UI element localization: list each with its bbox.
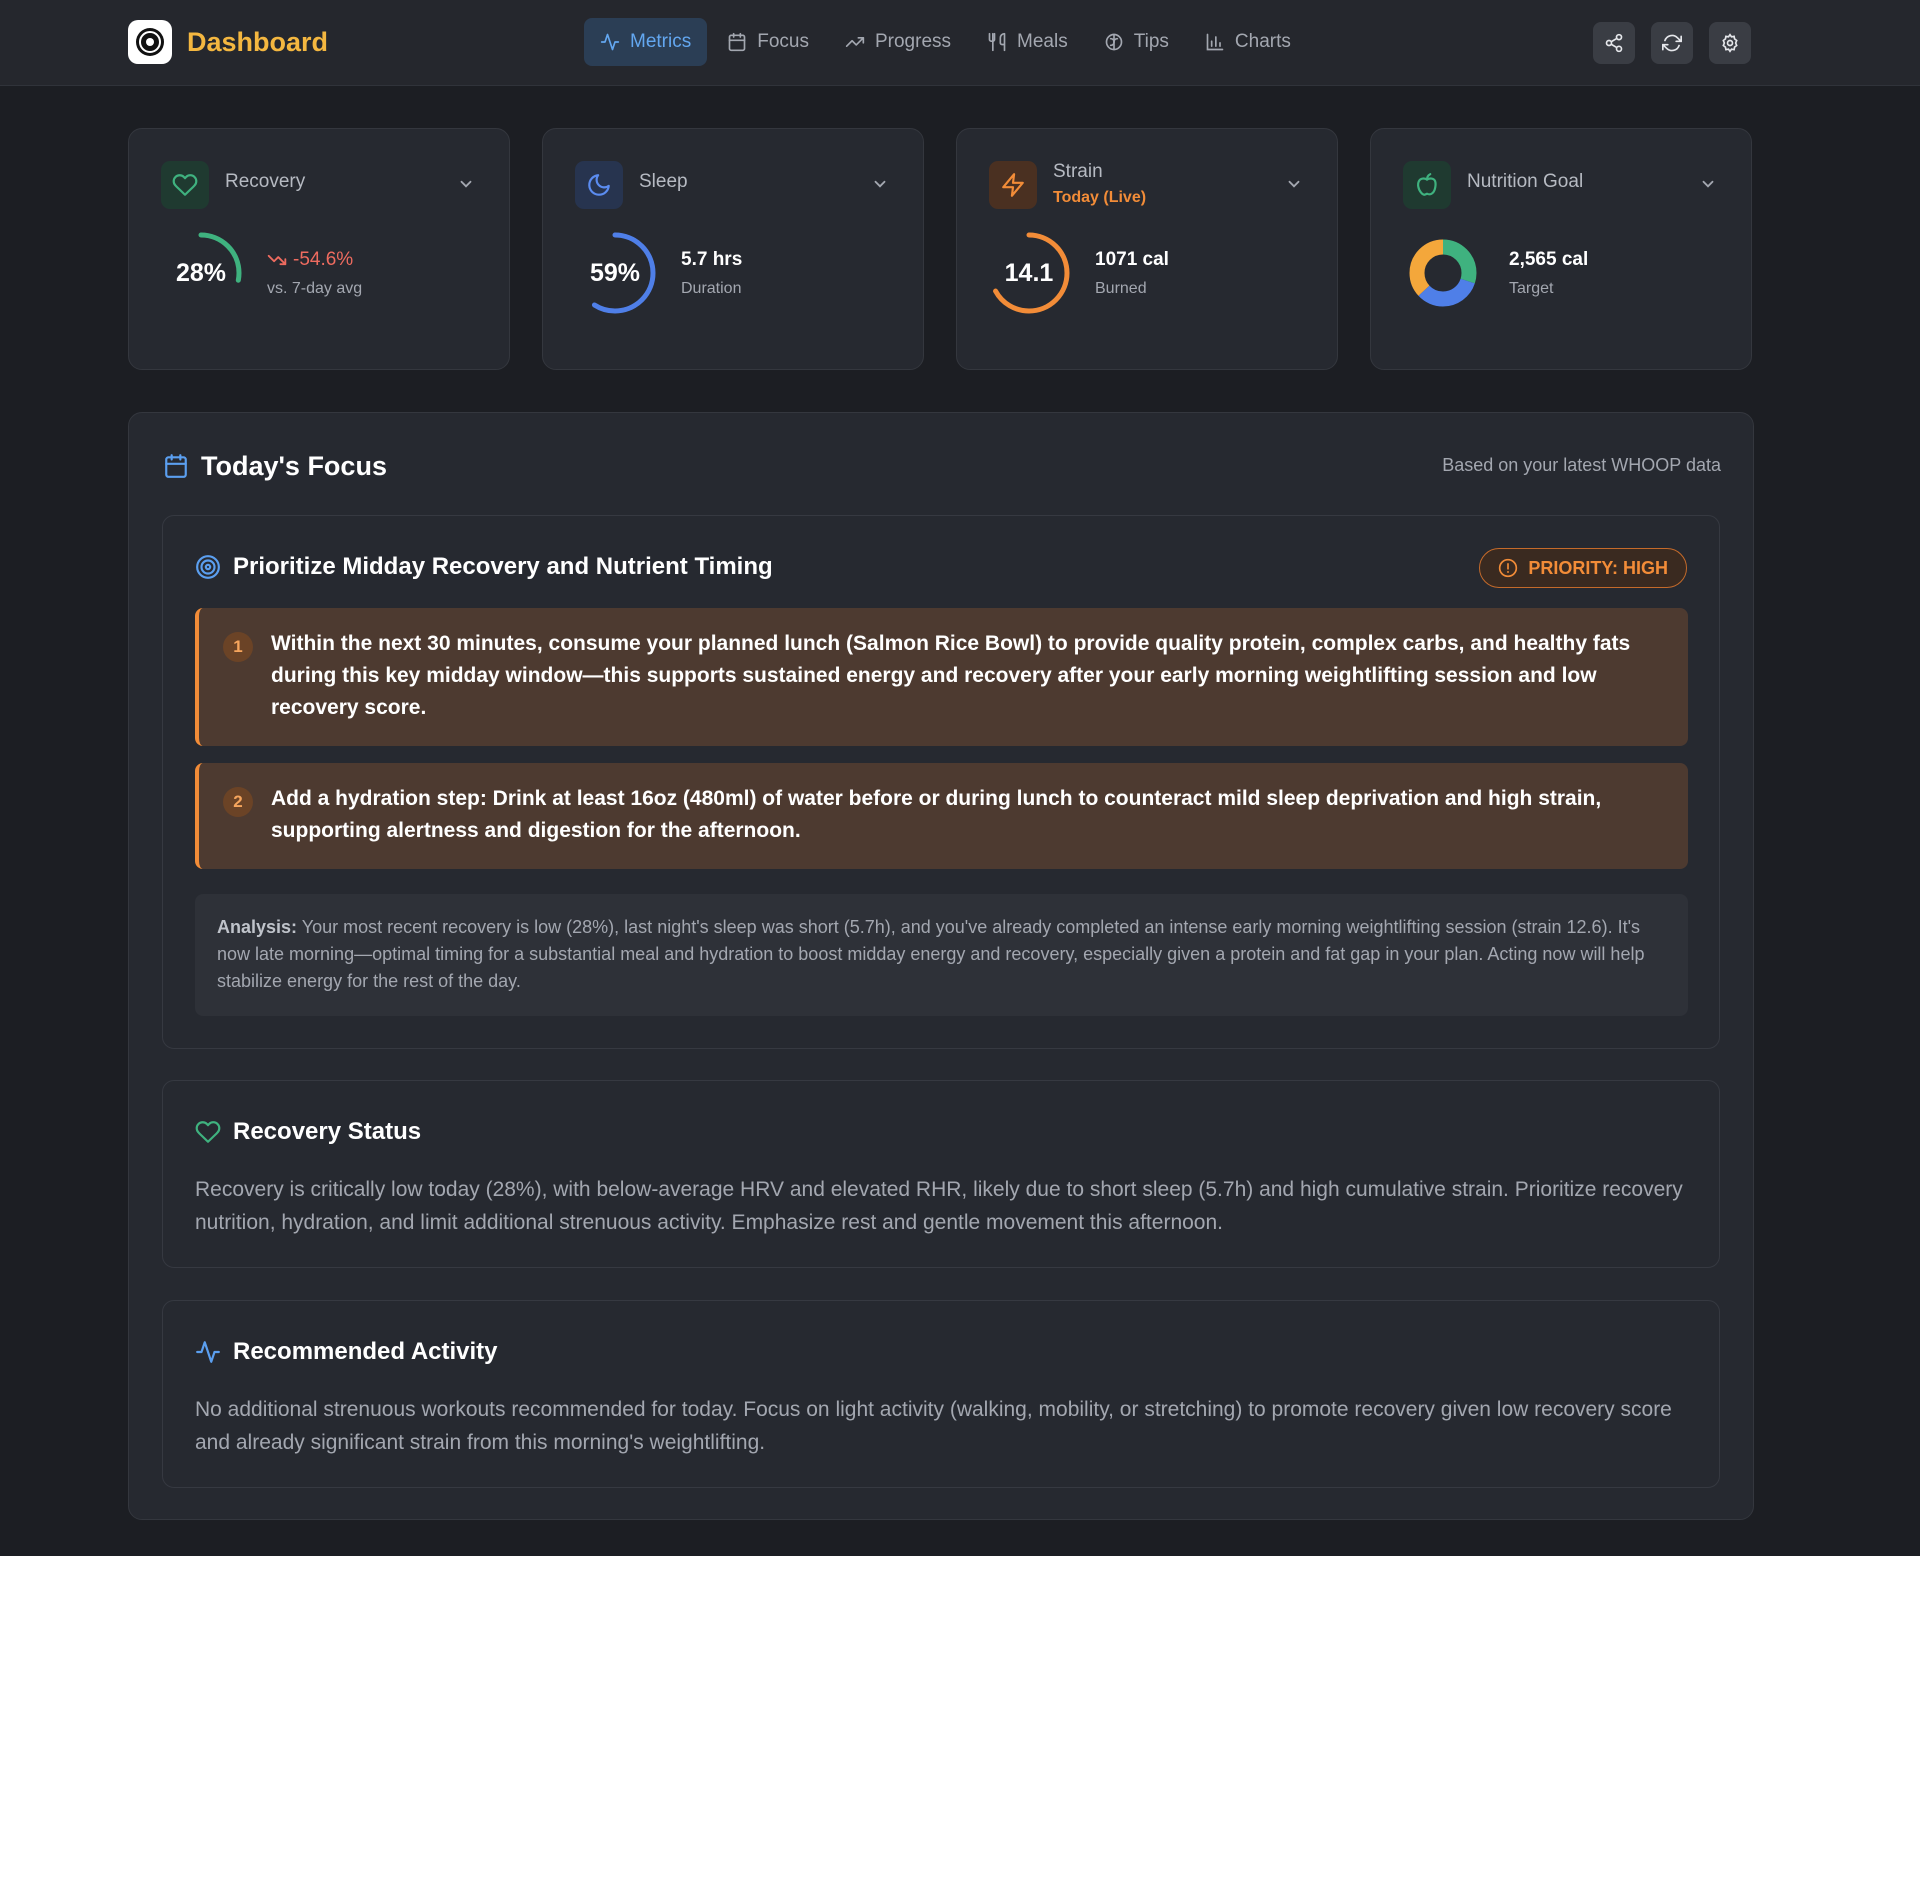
strain-icon-badge	[989, 161, 1037, 209]
activity-icon	[600, 33, 620, 51]
chevron-down-icon[interactable]	[457, 175, 475, 193]
step-number: 1	[223, 632, 253, 662]
apple-icon	[1417, 173, 1437, 196]
tab-label: Focus	[757, 31, 809, 52]
target-icon	[196, 555, 220, 579]
card-label: Recovery	[225, 171, 306, 192]
tab-label: Metrics	[630, 31, 692, 52]
tab-label: Meals	[1017, 31, 1068, 52]
focus-plan: Prioritize Midday Recovery and Nutrient …	[162, 515, 1720, 1049]
section-title-text: Recovery Status	[233, 1118, 422, 1145]
tab-focus[interactable]: Focus	[711, 18, 825, 66]
moon-icon	[588, 174, 610, 196]
bar-chart-icon	[1206, 33, 1224, 51]
analysis-label: Analysis:	[217, 917, 298, 937]
main-nav: Metrics Focus Progress Meals Tips Charts	[584, 18, 1307, 66]
tab-progress[interactable]: Progress	[829, 18, 967, 66]
trend-value: -54.6%	[293, 249, 354, 270]
section-title: Recommended Activity	[195, 1337, 498, 1367]
priority-badge: PRIORITY: HIGH	[1479, 548, 1687, 588]
utensils-icon	[988, 32, 1006, 52]
tab-meals[interactable]: Meals	[971, 18, 1084, 66]
tab-tips[interactable]: Tips	[1088, 18, 1185, 66]
recovery-value: 28%	[175, 258, 227, 287]
step-text: Within the next 30 minutes, consume your…	[271, 632, 1631, 719]
nutrition-icon-badge	[1403, 161, 1451, 209]
trend-caption: vs. 7-day avg	[267, 280, 363, 297]
card-label: Strain	[1053, 161, 1103, 182]
brain-icon	[1105, 33, 1123, 51]
alert-circle-icon	[1499, 558, 1518, 578]
plan-title-text: Prioritize Midday Recovery and Nutrient …	[233, 553, 773, 580]
nutrition-calories: 2,565 cal	[1509, 249, 1589, 270]
sleep-icon-badge	[575, 161, 623, 209]
sleep-caption: Duration	[681, 280, 742, 297]
app-root: Dashboard Metrics Focus Progress Meals T…	[0, 0, 1920, 1556]
step-number: 2	[223, 787, 253, 817]
heart-icon	[172, 174, 198, 196]
panel-title: Today's Focus	[163, 449, 387, 483]
strain-caption: Burned	[1095, 280, 1147, 297]
section-body: No additional strenuous workouts recomme…	[195, 1398, 1672, 1454]
tab-metrics[interactable]: Metrics	[584, 18, 708, 66]
trending-up-icon	[845, 37, 865, 48]
heart-icon	[195, 1121, 221, 1143]
app-title: Dashboard	[187, 27, 329, 57]
tab-label: Tips	[1133, 31, 1169, 52]
top-header: Dashboard Metrics Focus Progress Meals T…	[0, 0, 1920, 86]
plan-title: Prioritize Midday Recovery and Nutrient …	[195, 552, 773, 582]
chevron-down-icon[interactable]	[1285, 175, 1303, 193]
step-text: Add a hydration step: Drink at least 16o…	[271, 787, 1602, 842]
recommended-activity-section: Recommended Activity No additional stren…	[162, 1300, 1720, 1488]
share-icon	[1605, 33, 1623, 53]
nutrition-card[interactable]: Nutrition Goal 2,565 cal Target	[1370, 128, 1752, 370]
calendar-icon	[165, 454, 187, 478]
tab-label: Progress	[874, 31, 952, 52]
settings-icon	[1722, 33, 1738, 53]
logo-icon	[136, 28, 164, 56]
settings-button[interactable]	[1709, 22, 1751, 64]
analysis-box: Analysis: Your most recent recovery is l…	[195, 894, 1688, 1016]
recovery-trend: -54.6%	[267, 249, 353, 271]
card-label: Sleep	[639, 171, 688, 192]
analysis-text: Your most recent recovery is low (28%), …	[217, 917, 1645, 991]
tab-charts[interactable]: Charts	[1189, 18, 1307, 66]
lightning-icon	[1002, 173, 1024, 197]
recovery-card[interactable]: Recovery 28% -54.6% vs. 7-day avg	[128, 128, 510, 370]
strain-value: 14.1	[1004, 258, 1054, 287]
refresh-button[interactable]	[1651, 22, 1693, 64]
calendar-icon	[728, 32, 746, 52]
panel-note: Based on your latest WHOOP data	[1442, 455, 1721, 475]
section-title-text: Recommended Activity	[233, 1338, 498, 1365]
sleep-value: 59%	[589, 258, 641, 287]
panel-title-text: Today's Focus	[201, 450, 387, 481]
strain-calories: 1071 cal	[1095, 249, 1169, 270]
nutrition-caption: Target	[1509, 280, 1554, 297]
app-logo[interactable]	[128, 20, 172, 64]
todays-focus-panel: Today's Focus Based on your latest WHOOP…	[128, 412, 1754, 1520]
trending-down-icon	[267, 254, 287, 266]
chevron-down-icon[interactable]	[1699, 175, 1717, 193]
sleep-duration: 5.7 hrs	[681, 249, 743, 270]
chevron-down-icon[interactable]	[871, 175, 889, 193]
focus-step: 2 Add a hydration step: Drink at least 1…	[195, 763, 1688, 869]
focus-step: 1 Within the next 30 minutes, consume yo…	[195, 608, 1688, 746]
tab-label: Charts	[1234, 31, 1291, 52]
section-title: Recovery Status	[195, 1117, 421, 1147]
refresh-icon	[1662, 34, 1682, 52]
recovery-icon-badge	[161, 161, 209, 209]
section-body: Recovery is critically low today (28%), …	[195, 1178, 1683, 1234]
recovery-status-section: Recovery Status Recovery is critically l…	[162, 1080, 1720, 1268]
sleep-card[interactable]: Sleep 59% 5.7 hrs Duration	[542, 128, 924, 370]
strain-card[interactable]: Strain Today (Live) 14.1 1071 cal Burned	[956, 128, 1338, 370]
nutrition-donut	[1409, 239, 1477, 307]
strain-live-label: Today (Live)	[1053, 189, 1147, 206]
card-label: Nutrition Goal	[1467, 171, 1584, 192]
share-button[interactable]	[1593, 22, 1635, 64]
priority-text: PRIORITY: HIGH	[1528, 557, 1668, 578]
activity-icon	[196, 1341, 220, 1363]
